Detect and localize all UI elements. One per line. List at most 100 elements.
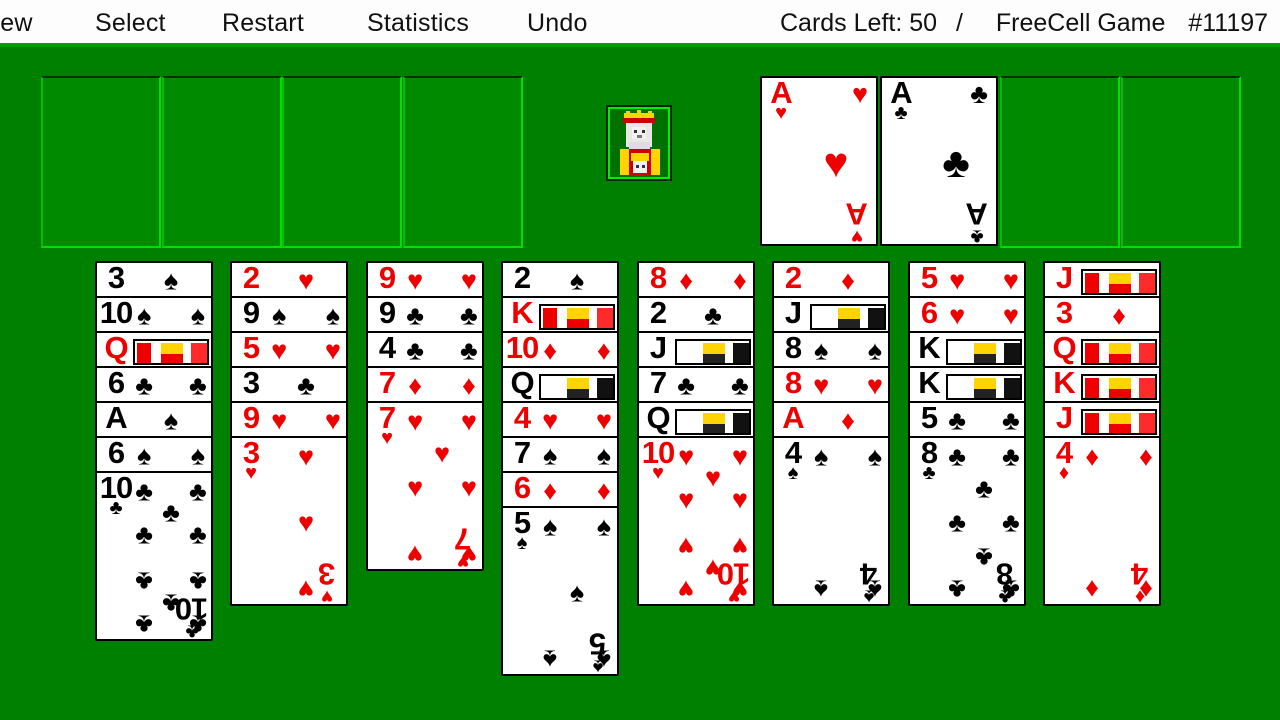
tableau-col-5-card-6[interactable]: 10 ♥ ♥ ♥ ♥ ♥ ♥ ♥ ♥ ♥ ♥ ♥ 10 ♥ [637,436,755,606]
card-rank: Q [510,366,534,400]
cards-left-value: 50 [909,9,938,37]
card-rank: 4 [378,331,396,365]
card-rank-inverted: 8 [996,556,1014,591]
card-rank: J [1055,401,1073,435]
card-rank: 2 [784,261,802,295]
court-card-art [1081,339,1157,365]
free-cell-2[interactable] [162,76,282,248]
card-rank-inverted: 10 [175,591,209,626]
tableau-col-6-card-6[interactable]: 4 ♠ ♠ ♠ ♠ ♠ 4 ♠ [772,436,890,606]
card-rank: A [782,401,804,435]
card-rank: 2 [242,261,260,295]
card-rank: 5 [242,331,260,365]
card-rank: K [918,366,940,400]
cards-left-label: Cards Left: [780,9,903,37]
card-rank-inverted: 3 [318,556,336,591]
card-rank: J [1055,261,1073,295]
card-rank: 8 [784,366,802,400]
card-rank: Q [646,401,670,435]
card-rank: 9 [378,261,396,295]
card-rank: 2 [649,296,667,330]
card-rank: K [1053,366,1075,400]
free-cell-1[interactable] [41,76,161,248]
card-suit-pip: ♥ [775,102,787,125]
card-rank: 6 [920,296,938,330]
card-rank: 10 [505,331,539,365]
tableau-col-7-card-6[interactable]: 8 ♣ ♣ ♣ ♣ ♣ ♣ ♣ ♣ ♣ 8 ♣ [908,436,1026,606]
card-rank: 9 [242,401,260,435]
card-rank-inverted: 7 [454,521,472,556]
status-bar: Cards Left: 50 / FreeCell Game #11197 [780,9,1268,38]
court-card-art [675,409,751,435]
card-rank: 6 [107,366,125,400]
foundation-2-card[interactable]: A ♣ ♣ ♣ A ♣ [880,76,998,246]
card-rank: 4 [513,401,531,435]
freecell-window: New Select Restart Statistics Undo Cards… [0,0,1280,720]
card-rank: 6 [107,436,125,470]
card-rank: 6 [513,471,531,505]
court-card-art [675,339,751,365]
tableau-col-3-card-5[interactable]: 7 ♥ ♥ ♥ ♥ ♥ ♥ ♥ ♥ 7 ♥ [366,401,484,571]
menu-item-select[interactable]: Select [95,9,166,38]
card-rank-inverted: 5 [589,626,607,661]
card-rank: 8 [649,261,667,295]
menu-item-new[interactable]: New [0,9,33,38]
menu-item-statistics[interactable]: Statistics [367,9,469,38]
card-suit-pip: ♥ [245,462,257,485]
status-separator: / [956,9,963,37]
card-rank: 2 [513,261,531,295]
menu-bar: New Select Restart Statistics Undo Cards… [0,0,1280,47]
card-rank: J [649,331,667,365]
court-card-art [133,339,209,365]
card-rank-inverted: 4 [1131,556,1149,591]
card-suit-pip: ♣ [894,102,908,125]
card-rank: Q [104,331,128,365]
court-card-art [1081,374,1157,400]
card-suit-pip: ♣ [109,497,123,520]
card-suit-pip: ♥ [381,427,393,450]
card-rank: K [511,296,533,330]
court-card-art [1081,409,1157,435]
card-rank: 7 [378,366,396,400]
menu-item-undo[interactable]: Undo [527,9,588,38]
card-rank-inverted: A [966,196,988,231]
card-suit-pip: ♦ [1058,462,1070,485]
tableau-col-4-card-8[interactable]: 5 ♠ ♠ ♠ ♠ ♠ ♠ 5 ♠ [501,506,619,676]
free-cell-4[interactable] [403,76,523,248]
tableau-col-8-card-6[interactable]: 4 ♦ ♦ ♦ ♦ ♦ 4 ♦ [1043,436,1161,606]
court-card-art [946,374,1022,400]
card-suit-pip: ♠ [787,462,799,485]
card-rank: 10 [99,296,133,330]
foundation-1-card[interactable]: A ♥ ♥ ♥ A ♥ [760,76,878,246]
card-rank: Q [1052,331,1076,365]
foundation-3[interactable] [1000,76,1120,248]
court-card-art [810,304,886,330]
freecell-king-logo-icon [606,105,672,181]
card-rank: K [918,331,940,365]
card-rank: 9 [242,296,260,330]
game-number: #11197 [1188,9,1269,37]
card-rank: 7 [513,436,531,470]
card-rank: 7 [649,366,667,400]
menu-item-restart[interactable]: Restart [222,9,304,38]
card-suit-pip: ♣ [922,462,936,485]
foundation-4[interactable] [1121,76,1241,248]
card-suit-pip: ♠ [516,532,528,555]
card-rank: 5 [920,401,938,435]
card-rank: A [105,401,127,435]
card-rank: 9 [378,296,396,330]
card-rank: 3 [107,261,125,295]
court-card-art [539,374,615,400]
court-card-art [1081,269,1157,295]
card-rank: J [784,296,802,330]
game-board: A ♥ ♥ ♥ A ♥ A ♣ ♣ ♣ A ♣ 3 ♠ 10 ♠ ♠ Q 6 ♣ ♣ A ♠ 6 ♠ ♠ 10 ♣ ♣ ♣ ♣ ♣ ♣ ♣ ♣ ♣ ♣… [0,51,1280,720]
card-rank-inverted: 10 [717,556,751,591]
card-rank-inverted: 4 [860,556,878,591]
court-card-art [539,304,615,330]
tableau-col-2-card-6[interactable]: 3 ♥ ♥ ♥ ♥ 3 ♥ [230,436,348,606]
card-rank: 5 [920,261,938,295]
free-cell-3[interactable] [282,76,402,248]
tableau-col-1-card-7[interactable]: 10 ♣ ♣ ♣ ♣ ♣ ♣ ♣ ♣ ♣ ♣ ♣ 10 ♣ [95,471,213,641]
card-suit-pip: ♥ [652,462,664,485]
card-rank-inverted: A [846,196,868,231]
